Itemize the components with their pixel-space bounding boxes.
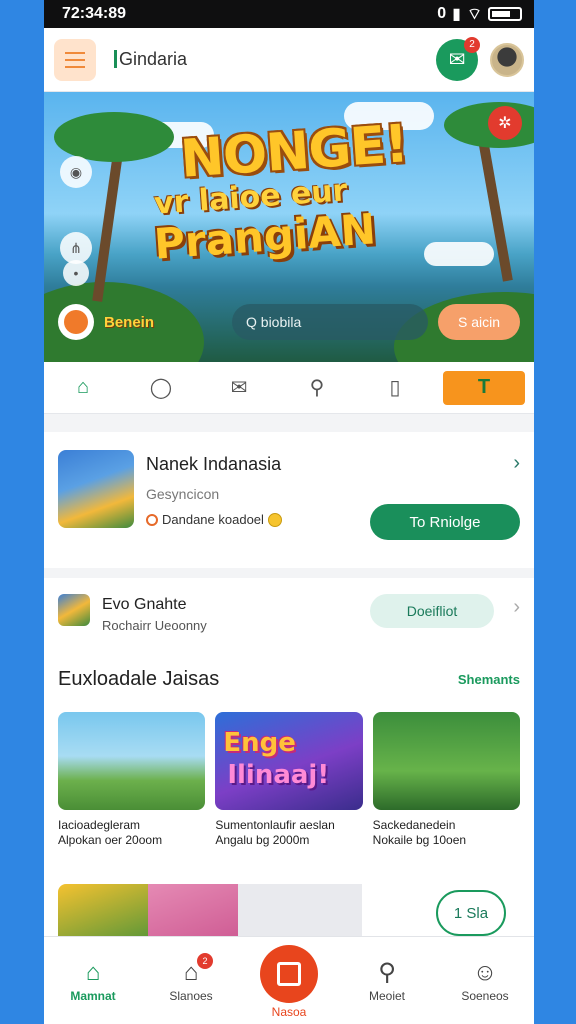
featured-game-subtitle: Gesyncicon xyxy=(146,486,220,502)
banner-label: Benein xyxy=(104,313,155,331)
nav-label: Mamnat xyxy=(70,989,116,1003)
chat-icon: ◯ xyxy=(149,377,173,399)
featured-game-meta: Dandane koadoel xyxy=(146,512,282,527)
game-art-subtitle: Ilinaaj! xyxy=(227,760,330,790)
featured-game-title: Nanek Indanasia xyxy=(146,454,282,474)
section-header: Euxloadale Jaisas Shemants xyxy=(58,664,520,694)
search-icon: ⚲ xyxy=(309,377,325,399)
games-row: Iacioadegleram Alpokan oer 20oom Enge Il… xyxy=(58,712,520,848)
tab-bar: ⌂ ◯ ✉ ⚲ ▯ T xyxy=(44,362,534,414)
avatar[interactable] xyxy=(490,42,524,77)
nav-item-profile[interactable]: ☺ Soeneos xyxy=(445,957,525,1003)
book-icon: ▯ xyxy=(389,377,401,399)
wifi-icon: ⌔ xyxy=(466,6,482,23)
secondary-game-thumbnail xyxy=(58,594,90,626)
clock-icon xyxy=(146,513,158,526)
game-name: Iacioadegleram Alpokan oer 20oom xyxy=(58,818,163,847)
app-title: Gindaria xyxy=(114,49,436,70)
menu-icon xyxy=(65,51,85,54)
nav-label: Meoiet xyxy=(368,989,406,1003)
signal-icon: ▮ xyxy=(452,6,461,23)
banner-search-input[interactable]: Q biobila xyxy=(232,304,428,340)
mail-badge: 2 xyxy=(464,36,480,53)
app-bar: Gindaria ✉ 2 xyxy=(44,28,534,92)
secondary-game-subtitle: Rochairr Ueoonny xyxy=(102,618,207,633)
tab-book[interactable]: ▯ xyxy=(365,371,425,405)
tab-home[interactable]: ⌂ xyxy=(53,371,113,405)
home-icon: ⌂ xyxy=(76,376,90,398)
promo-banner[interactable]: NONGE! vr laioe eur PrangiAN ◉ ⋔ • ✲ Ben… xyxy=(44,92,534,362)
gear-icon[interactable]: ✲ xyxy=(488,106,522,140)
status-time: 72:34:89 xyxy=(62,5,127,22)
games-section: Euxloadale Jaisas Shemants Iacioadeglera… xyxy=(44,650,534,966)
nav-badge: 2 xyxy=(197,953,213,969)
featured-game-card[interactable]: Nanek Indanasia Gesyncicon Dandane koado… xyxy=(44,432,534,568)
tab-text[interactable]: T xyxy=(443,370,525,405)
chevron-right-icon[interactable]: › xyxy=(513,452,520,475)
menu-button[interactable] xyxy=(54,38,96,81)
featured-game-thumbnail xyxy=(58,450,134,528)
store-icon: ⌂ xyxy=(183,959,199,986)
center-action-button[interactable] xyxy=(260,945,318,1003)
nav-label: Nasoa xyxy=(271,1005,307,1019)
nav-item-center[interactable]: Nasoa xyxy=(249,945,329,1019)
chevron-right-icon[interactable]: › xyxy=(513,596,520,619)
tab-chat[interactable]: ◯ xyxy=(131,371,191,405)
nav-item-store[interactable]: ⌂ 2 Slanoes xyxy=(151,953,231,1003)
secondary-game-card[interactable]: Evo Gnahte Rochairr Ueoonny Doeifliot › xyxy=(44,578,534,650)
row2-action-button[interactable]: 1 Sla xyxy=(436,890,506,936)
nav-item-home[interactable]: ⌂ Mamnat xyxy=(53,957,133,1003)
side-info-icon[interactable]: ◉ xyxy=(60,156,92,188)
home-icon: ⌂ xyxy=(85,959,101,986)
featured-meta-text: Dandane koadoel xyxy=(162,512,264,527)
mail-icon: ✉ xyxy=(230,377,248,399)
game-name: Sumentonlaufir aeslan Angalu bg 2000m xyxy=(215,818,335,847)
square-icon xyxy=(277,962,301,986)
game-art: Enge Ilinaaj! xyxy=(215,712,363,810)
featured-primary-button[interactable]: To Rniolge xyxy=(370,504,520,540)
coin-icon xyxy=(267,512,282,527)
game-card[interactable]: Enge Ilinaaj! Sumentonlaufir aeslan Anga… xyxy=(215,712,363,848)
side-pin-icon[interactable]: • xyxy=(63,260,89,286)
phone-screen: 72:34:89 0 ▮ ⌔ Gindaria ✉ 2 NONGE! vr la… xyxy=(44,0,534,1024)
profile-search-icon: ⚲ xyxy=(378,959,396,986)
tab-search[interactable]: ⚲ xyxy=(287,371,347,405)
bottom-navigation: ⌂ Mamnat ⌂ 2 Slanoes Nasoa ⚲ Meoiet ☺ So… xyxy=(44,936,534,1024)
game-card[interactable]: Sackedanedein Nokaile bg 10oen xyxy=(372,712,520,848)
secondary-game-title: Evo Gnahte xyxy=(102,596,187,613)
mail-icon: ✉ xyxy=(448,49,466,71)
status-bar: 72:34:89 0 ▮ ⌔ xyxy=(44,0,534,28)
section-title: Euxloadale Jaisas xyxy=(58,667,220,690)
banner-bottom-bar: Benein Q biobila S aicin xyxy=(58,302,520,342)
orange-coin-icon[interactable] xyxy=(58,304,94,340)
status-icons: 0 ▮ ⌔ xyxy=(437,4,522,24)
game-art-title: Enge xyxy=(223,728,296,758)
tab-mail[interactable]: ✉ xyxy=(209,371,269,405)
game-card[interactable]: Iacioadegleram Alpokan oer 20oom xyxy=(58,712,206,848)
see-all-link[interactable]: Shemants xyxy=(458,672,520,687)
banner-action-button[interactable]: S aicin xyxy=(438,304,520,340)
battery-icon xyxy=(488,7,522,21)
game-art xyxy=(372,712,520,810)
tab-text-label: T xyxy=(477,376,491,398)
status-indicator: 0 xyxy=(437,5,447,22)
user-icon: ☺ xyxy=(472,959,498,986)
nav-item-explore[interactable]: ⚲ Meoiet xyxy=(347,957,427,1003)
game-name: Sackedanedein Nokaile bg 10oen xyxy=(372,818,467,847)
nav-label: Slanoes xyxy=(169,989,213,1003)
nav-label: Soeneos xyxy=(461,989,509,1003)
game-art xyxy=(58,712,206,810)
mail-button[interactable]: ✉ 2 xyxy=(436,36,480,81)
secondary-action-button[interactable]: Doeifliot xyxy=(370,594,494,628)
